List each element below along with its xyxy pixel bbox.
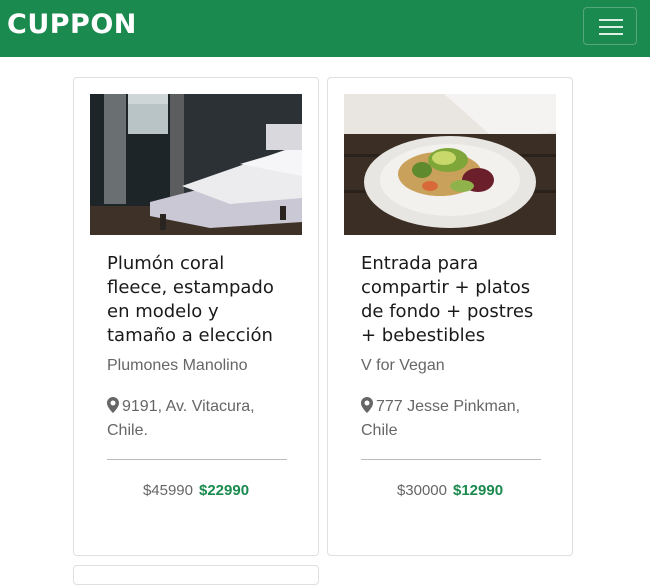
deal-image-bedroom[interactable]: [90, 94, 302, 235]
deal-vendor: V for Vegan: [361, 357, 445, 374]
menu-toggle-button[interactable]: [583, 7, 637, 45]
deal-title[interactable]: Entrada para compartir + platos de fondo…: [361, 252, 541, 348]
deal-image-salad[interactable]: [344, 94, 556, 235]
hamburger-menu-icon: [599, 19, 623, 21]
hamburger-line: [599, 26, 623, 28]
deal-card[interactable]: Plumón coral fleece, estampado en modelo…: [73, 77, 319, 556]
navbar: CUPPON: [0, 0, 650, 57]
divider: [361, 459, 541, 460]
old-price: $30000: [396, 482, 447, 499]
deal-vendor: Plumones Manolino: [107, 357, 248, 374]
deal-prices: $45990 $22990: [74, 482, 318, 499]
old-price: $45990: [142, 482, 193, 499]
discount-price: $12990: [453, 482, 504, 499]
deal-address-text: 777 Jesse Pinkman, Chile: [361, 398, 521, 439]
deal-address: 777 Jesse Pinkman, Chile: [361, 395, 541, 443]
map-marker-icon: [361, 397, 373, 413]
map-marker-icon: [107, 397, 119, 413]
brand-logo[interactable]: CUPPON: [7, 9, 137, 40]
deal-card[interactable]: Entrada para compartir + platos de fondo…: [327, 77, 573, 556]
deal-card-partial[interactable]: [73, 565, 319, 585]
divider: [107, 459, 287, 460]
deal-title[interactable]: Plumón coral fleece, estampado en modelo…: [107, 252, 287, 348]
deal-prices: $30000 $12990: [328, 482, 572, 499]
deal-address: 9191, Av. Vitacura, Chile.: [107, 395, 287, 443]
deal-address-text: 9191, Av. Vitacura, Chile.: [107, 398, 255, 439]
discount-price: $22990: [199, 482, 250, 499]
hamburger-line: [599, 33, 623, 35]
